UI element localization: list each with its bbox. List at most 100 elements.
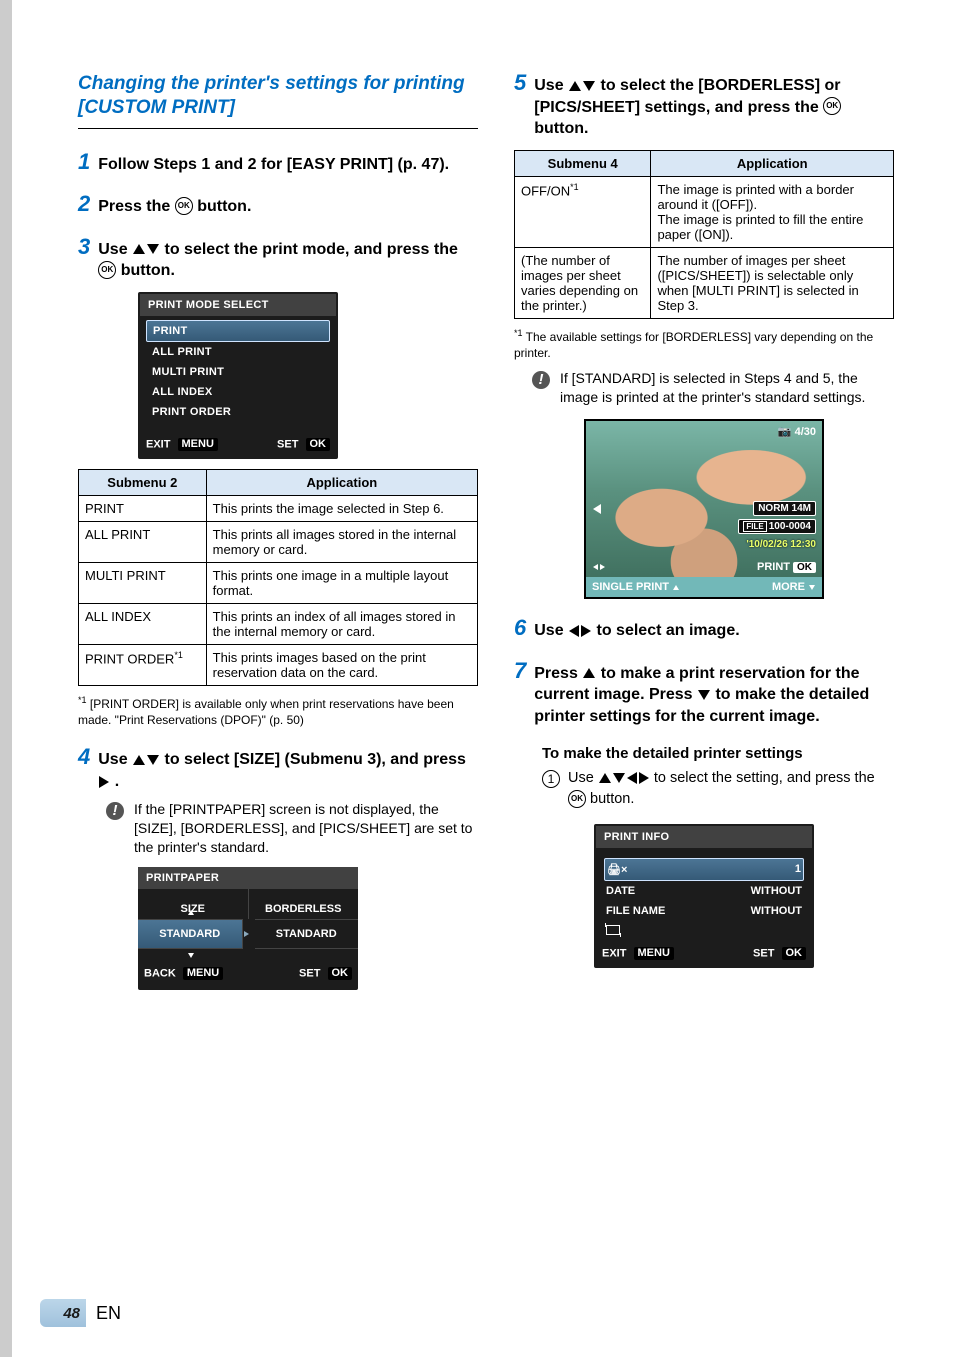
- table-row: ALL INDEX This prints an index of all im…: [79, 603, 478, 644]
- prev-image[interactable]: [592, 503, 602, 515]
- up-icon: [569, 81, 581, 91]
- print-info-row[interactable]: [604, 921, 804, 939]
- ok-icon: OK: [175, 197, 193, 215]
- single-print-label[interactable]: SINGLE PRINT: [592, 581, 680, 593]
- table-row: OFF/ON*1 The image is printed with a bor…: [515, 176, 894, 247]
- panel-title: PRINT INFO: [596, 826, 812, 848]
- page-edge-strip: [0, 0, 12, 1357]
- subheading-detailed: To make the detailed printer settings: [542, 745, 894, 762]
- panel-set[interactable]: SET OK: [277, 438, 330, 451]
- panel-exit-label: EXIT: [146, 438, 170, 450]
- step-2: 2 Press the OK button.: [78, 193, 478, 218]
- quality-badge: NORM 14M: [753, 501, 816, 516]
- table-cell: This prints one image in a multiple layo…: [206, 562, 477, 603]
- more-label[interactable]: MORE: [772, 581, 816, 593]
- table-cell: (The number of images per sheet varies d…: [515, 247, 651, 318]
- panel-back-label: BACK: [144, 968, 176, 980]
- table-cell: This prints images based on the print re…: [206, 644, 477, 685]
- panel-item-print[interactable]: PRINT: [146, 320, 330, 342]
- print-info-row[interactable]: 🖨× 1: [604, 858, 804, 881]
- print-info-key: DATE: [606, 885, 635, 897]
- panel-exit[interactable]: EXIT MENU: [602, 947, 674, 960]
- sub-c: button.: [590, 791, 634, 807]
- photo-date: '10/02/26 12:30: [746, 539, 816, 550]
- table-header: Submenu 4: [515, 150, 651, 176]
- menu-chip-icon: MENU: [634, 947, 674, 960]
- print-mode-panel: PRINT MODE SELECT PRINT ALL PRINT MULTI …: [138, 292, 338, 459]
- panel-title: PRINTPAPER: [138, 867, 358, 889]
- panel-item-multi-print[interactable]: MULTI PRINT: [146, 362, 330, 382]
- table-cell: This prints all images stored in the int…: [206, 521, 477, 562]
- table-cell: PRINT: [79, 495, 207, 521]
- table-cell: The number of images per sheet ([PICS/SH…: [651, 247, 894, 318]
- borderless-value[interactable]: STANDARD: [255, 919, 359, 949]
- photo-preview: 📷 4/30 NORM 14M FILE100-0004 '10/02/26 1…: [584, 419, 824, 599]
- panel-item-all-print[interactable]: ALL PRINT: [146, 342, 330, 362]
- print-info-row[interactable]: FILE NAME WITHOUT: [604, 901, 804, 921]
- table-cell: PRINT ORDER*1: [79, 644, 207, 685]
- step-2-b: button.: [197, 198, 251, 215]
- step-7: 7 Press to make a print reservation for …: [514, 660, 894, 969]
- panel-item-print-order[interactable]: PRINT ORDER: [146, 402, 330, 422]
- step-4-text: Use to select [SIZE] (Submenu 3), and pr…: [98, 746, 478, 792]
- step-number: 3: [78, 236, 90, 258]
- note-step5: ! If [STANDARD] is selected in Steps 4 a…: [532, 369, 894, 407]
- step-5-text: Use to select the [BORDERLESS] or [PICS/…: [534, 72, 894, 140]
- step-number: 2: [78, 193, 90, 215]
- panel-set-label: SET: [753, 948, 774, 960]
- up-icon: [133, 755, 145, 765]
- ok-chip-icon: OK: [306, 438, 331, 451]
- step-5-a: Use: [534, 77, 568, 94]
- circled-number-icon: 1: [542, 770, 560, 788]
- panel-set[interactable]: SET OK: [299, 967, 352, 980]
- trim-icon: [606, 925, 620, 935]
- ok-chip-icon: OK: [328, 967, 353, 980]
- ok-icon: OK: [98, 261, 116, 279]
- table-row: PRINT ORDER*1 This prints images based o…: [79, 644, 478, 685]
- note-text: If [STANDARD] is selected in Steps 4 and…: [560, 369, 894, 407]
- step-number: 6: [514, 617, 526, 639]
- step-6: 6 Use to select an image.: [514, 617, 894, 642]
- step-3-b: to select the print mode, and press the: [165, 241, 458, 258]
- right-icon: [99, 776, 109, 788]
- menu-chip-icon: MENU: [183, 967, 223, 980]
- panel-back[interactable]: BACK MENU: [144, 967, 223, 980]
- size-value-label: STANDARD: [159, 928, 220, 940]
- panel-set[interactable]: SET OK: [753, 947, 806, 960]
- down-icon: [698, 690, 710, 700]
- table-cell: MULTI PRINT: [79, 562, 207, 603]
- right-icon: [639, 772, 649, 784]
- table-row: MULTI PRINT This prints one image in a m…: [79, 562, 478, 603]
- table-row: PRINT This prints the image selected in …: [79, 495, 478, 521]
- panel-exit-label: EXIT: [602, 948, 626, 960]
- down-icon: [613, 773, 625, 783]
- step-1: 1 Follow Steps 1 and 2 for [EASY PRINT] …: [78, 151, 478, 176]
- step-3-a: Use: [98, 241, 132, 258]
- step-number: 1: [78, 151, 90, 173]
- panel-exit[interactable]: EXIT MENU: [146, 438, 218, 451]
- table-header: Submenu 2: [79, 469, 207, 495]
- up-icon: [133, 244, 145, 254]
- step-6-b: to select an image.: [597, 622, 740, 639]
- section-rule: [78, 128, 478, 129]
- size-value[interactable]: STANDARD: [138, 919, 243, 949]
- table-cell: OFF/ON*1: [515, 176, 651, 247]
- left-right-icon: [592, 561, 606, 573]
- page-language: EN: [96, 1303, 121, 1324]
- sub-a: Use: [568, 770, 598, 786]
- step-3: 3 Use to select the print mode, and pres…: [78, 236, 478, 729]
- print-info-value: WITHOUT: [751, 905, 802, 917]
- page-footer: 48 EN: [40, 1299, 121, 1327]
- down-icon: [147, 244, 159, 254]
- sub-b: to select the setting, and press the: [654, 770, 875, 786]
- page-number-tab: 48: [40, 1299, 86, 1327]
- step-6-a: Use: [534, 622, 568, 639]
- step-5-c: button.: [534, 120, 588, 137]
- print-label[interactable]: PRINTOK: [757, 561, 816, 573]
- table-header: Application: [651, 150, 894, 176]
- table-row: ALL PRINT This prints all images stored …: [79, 521, 478, 562]
- print-info-row[interactable]: DATE WITHOUT: [604, 881, 804, 901]
- panel-item-all-index[interactable]: ALL INDEX: [146, 382, 330, 402]
- down-icon: [147, 755, 159, 765]
- print-info-value: 1: [795, 863, 801, 876]
